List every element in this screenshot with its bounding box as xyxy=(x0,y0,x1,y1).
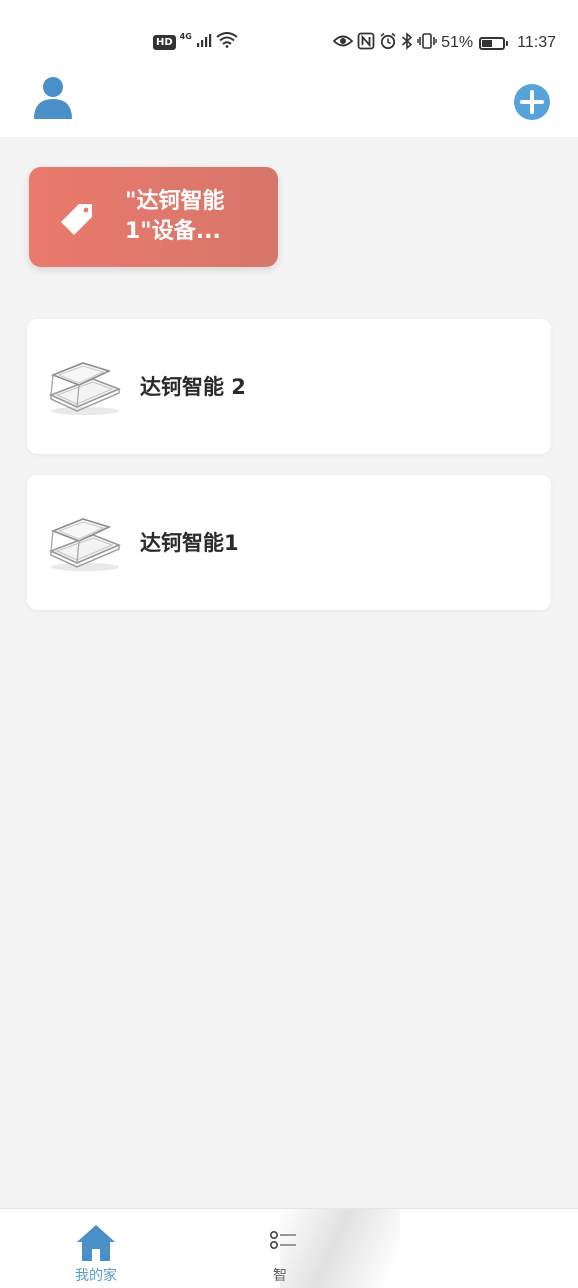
menu-list-icon xyxy=(268,1227,298,1257)
network-type: 4G xyxy=(179,31,192,41)
status-bar: HD 4G 51% 11:37 xyxy=(0,28,578,60)
wifi-icon xyxy=(216,32,238,52)
vibrate-icon xyxy=(417,32,437,54)
scene-card[interactable]: "达钶智能1"设备... xyxy=(29,167,278,267)
alarm-icon xyxy=(379,32,397,54)
add-circle-icon xyxy=(514,84,550,120)
add-button[interactable] xyxy=(514,84,550,120)
battery-level-fill xyxy=(482,39,493,47)
status-left: HD 4G xyxy=(153,32,238,52)
home-icon xyxy=(75,1223,117,1263)
eye-icon xyxy=(332,33,354,53)
skylight-window-icon xyxy=(47,515,123,573)
device-card[interactable]: 达钶智能 2 xyxy=(27,319,551,454)
device-name: 达钶智能1 xyxy=(140,531,239,555)
hd-badge: HD xyxy=(153,34,176,50)
signal-icon xyxy=(196,32,212,52)
battery-icon xyxy=(479,36,509,50)
clock: 11:37 xyxy=(517,34,556,51)
nav-tab-home-label: 我的家 xyxy=(75,1268,117,1284)
top-area xyxy=(0,0,578,137)
user-avatar-button[interactable] xyxy=(32,76,74,120)
bluetooth-icon xyxy=(401,32,413,54)
nfc-icon xyxy=(357,32,375,54)
tag-icon xyxy=(59,201,95,237)
battery-percent: 51% xyxy=(441,34,474,51)
device-card[interactable]: 达钶智能1 xyxy=(27,475,551,610)
user-avatar-icon xyxy=(34,77,72,119)
skylight-window-icon xyxy=(47,359,123,417)
nav-tab-home[interactable]: 我的家 xyxy=(56,1215,136,1285)
device-name: 达钶智能 2 xyxy=(140,375,246,399)
nav-tab-smart[interactable]: 智 xyxy=(240,1215,320,1285)
status-right: 51% 11:37 xyxy=(332,32,556,54)
scene-label: "达钶智能1"设备... xyxy=(125,189,225,244)
bottom-nav: 我的家 智 xyxy=(0,1208,578,1288)
nav-tab-smart-label: 智 xyxy=(273,1268,287,1284)
